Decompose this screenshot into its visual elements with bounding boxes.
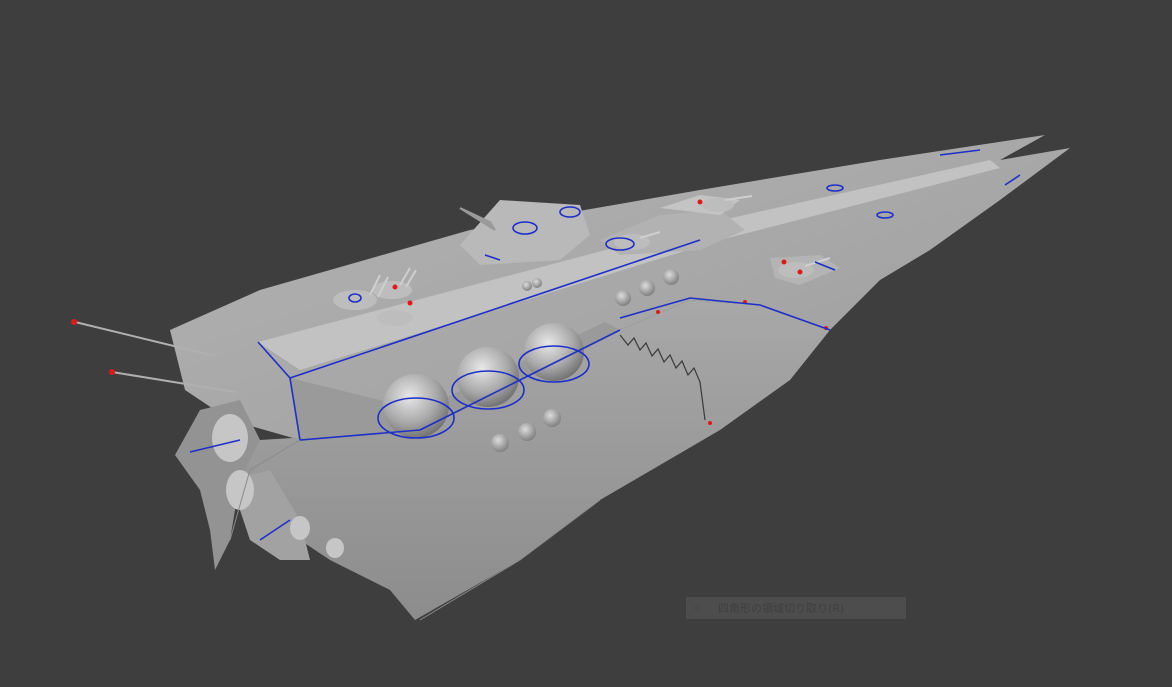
status-hint: 四角形の領域切り取り(R) [686, 597, 906, 619]
3d-viewport[interactable]: 四角形の領域切り取り(R) [0, 0, 1172, 687]
bullet-icon [694, 605, 700, 611]
ship-model [71, 135, 1070, 621]
status-hint-text: 四角形の領域切り取り(R) [718, 602, 845, 615]
